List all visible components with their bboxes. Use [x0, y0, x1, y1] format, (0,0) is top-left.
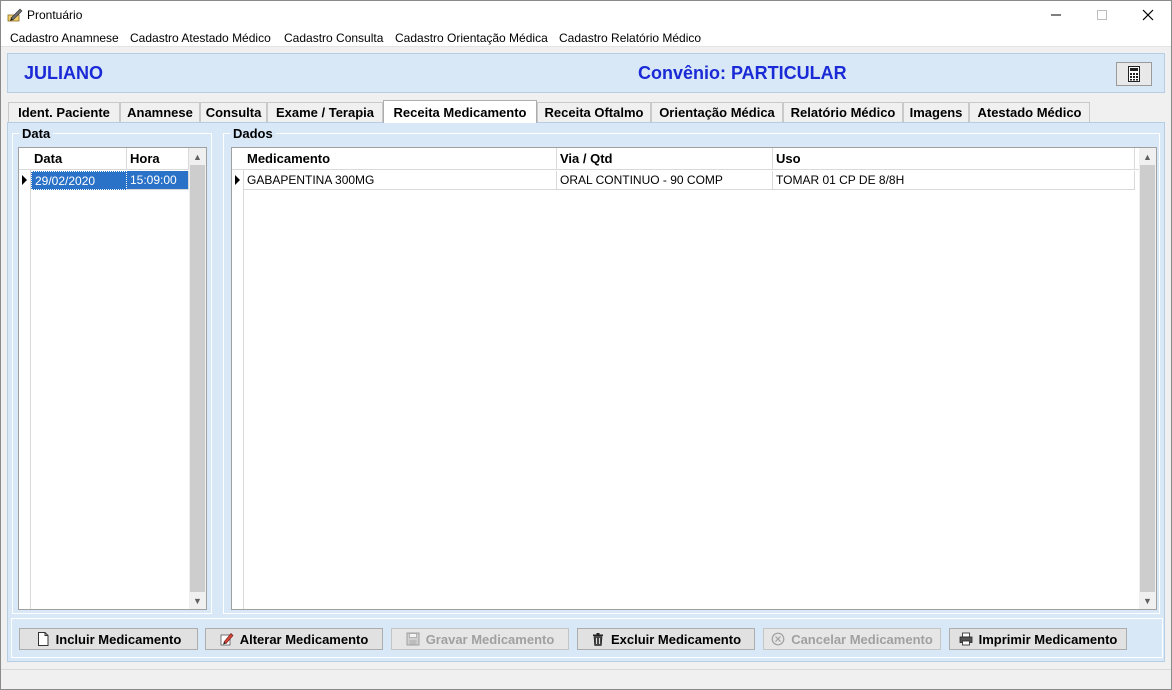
excluir-label: Excluir Medicamento [610, 631, 742, 647]
menu-cadastro-atestado[interactable]: Cadastro Atestado Médico [130, 31, 271, 45]
medication-grid[interactable]: Medicamento Via / Qtd Uso GABAPENTINA 30… [231, 147, 1157, 610]
cell-via-qtd[interactable]: ORAL CONTINUO - 90 COMP [557, 171, 773, 190]
tab-receita-oftalmo[interactable]: Receita Oftalmo [537, 102, 651, 122]
col-header-data[interactable]: Data [31, 148, 127, 170]
minimize-icon [1051, 14, 1061, 16]
menu-cadastro-anamnese[interactable]: Cadastro Anamnese [10, 31, 119, 45]
maximize-button[interactable] [1079, 1, 1125, 29]
maximize-icon [1097, 10, 1107, 20]
col-header-hora[interactable]: Hora [127, 148, 189, 170]
col-header-via-qtd[interactable]: Via / Qtd [557, 148, 773, 170]
tab-ident-paciente[interactable]: Ident. Paciente [8, 102, 120, 122]
incluir-label: Incluir Medicamento [55, 631, 182, 647]
tab-atestado-medico[interactable]: Atestado Médico [969, 102, 1090, 122]
scroll-down-icon[interactable]: ▼ [189, 592, 206, 609]
tab-content-receita-medicamento: Data Data Hora 29/02/2020 15:09:00 ▲ ▼ D… [7, 122, 1165, 662]
date-grid-scrollbar[interactable]: ▲ ▼ [189, 148, 206, 609]
scroll-thumb[interactable] [190, 165, 205, 592]
table-row[interactable]: 29/02/2020 15:09:00 [19, 171, 191, 190]
prontuario-window: Prontuário Cadastro Anamnese Cadastro At… [0, 0, 1172, 690]
gravar-label: Gravar Medicamento [425, 631, 555, 647]
cancelar-medicamento-button[interactable]: Cancelar Medicamento [763, 628, 941, 650]
menu-bar: Cadastro Anamnese Cadastro Atestado Médi… [1, 29, 1171, 47]
data-groupbox: Data Data Hora 29/02/2020 15:09:00 ▲ ▼ [12, 126, 212, 614]
convenio-label: Convênio: PARTICULAR [638, 63, 847, 83]
excluir-medicamento-button[interactable]: Excluir Medicamento [577, 628, 755, 650]
dados-group-title: Dados [230, 126, 276, 141]
gravar-medicamento-button[interactable]: Gravar Medicamento [391, 628, 569, 650]
edit-pencil-icon [220, 632, 234, 646]
imprimir-medicamento-button[interactable]: Imprimir Medicamento [949, 628, 1127, 650]
row-indicator-column [19, 148, 31, 609]
menu-cadastro-orientacao[interactable]: Cadastro Orientação Médica [395, 31, 548, 45]
incluir-medicamento-button[interactable]: Incluir Medicamento [19, 628, 198, 650]
tab-anamnese[interactable]: Anamnese [120, 102, 200, 122]
app-pen-icon [7, 8, 23, 22]
window-title: Prontuário [27, 8, 83, 22]
menu-cadastro-relatorio[interactable]: Cadastro Relatório Médico [559, 31, 701, 45]
tab-imagens[interactable]: Imagens [903, 102, 969, 122]
cell-hora[interactable]: 15:09:00 [127, 171, 189, 190]
patient-name: JULIANO [24, 63, 104, 83]
tab-receita-medicamento[interactable]: Receita Medicamento [383, 100, 537, 123]
scroll-up-icon[interactable]: ▲ [189, 148, 206, 165]
new-document-icon [37, 632, 49, 646]
cancelar-label: Cancelar Medicamento [791, 631, 933, 647]
row-indicator-column [232, 148, 244, 609]
action-button-bar: Incluir Medicamento Alterar Medicamento … [11, 618, 1163, 658]
date-grid[interactable]: Data Hora 29/02/2020 15:09:00 ▲ ▼ [18, 147, 207, 610]
col-header-medicamento[interactable]: Medicamento [244, 148, 557, 170]
tab-orientacao-medica[interactable]: Orientação Médica [651, 102, 783, 122]
alterar-label: Alterar Medicamento [239, 631, 369, 647]
save-disk-icon [406, 632, 420, 646]
tab-consulta[interactable]: Consulta [200, 102, 267, 122]
trash-icon [592, 633, 603, 646]
tab-exame-terapia[interactable]: Exame / Terapia [267, 102, 383, 122]
minimize-button[interactable] [1033, 1, 1079, 29]
alterar-medicamento-button[interactable]: Alterar Medicamento [205, 628, 383, 650]
printer-icon [959, 632, 973, 646]
cell-data[interactable]: 29/02/2020 [31, 171, 127, 190]
scroll-up-icon[interactable]: ▲ [1139, 148, 1156, 165]
calculator-icon [1128, 66, 1140, 82]
dados-groupbox: Dados Medicamento Via / Qtd Uso GABAPENT… [223, 126, 1160, 614]
scroll-down-icon[interactable]: ▼ [1139, 592, 1156, 609]
current-row-arrow-icon [235, 175, 240, 185]
title-bar[interactable]: Prontuário [1, 1, 1171, 29]
table-row[interactable]: GABAPENTINA 300MG ORAL CONTINUO - 90 COM… [232, 171, 1139, 190]
cell-uso[interactable]: TOMAR 01 CP DE 8/8H [773, 171, 1135, 190]
scroll-thumb[interactable] [1140, 165, 1155, 592]
date-grid-header: Data Hora [19, 148, 191, 170]
status-bar [1, 669, 1171, 689]
current-row-arrow-icon [22, 175, 27, 185]
medication-grid-header: Medicamento Via / Qtd Uso [232, 148, 1139, 170]
calculator-button[interactable] [1116, 62, 1152, 86]
tab-strip: Ident. Paciente Anamnese Consulta Exame … [7, 100, 1165, 123]
close-button[interactable] [1125, 1, 1171, 29]
tab-relatorio-medico[interactable]: Relatório Médico [783, 102, 903, 122]
patient-header: JULIANO Convênio: PARTICULAR [7, 53, 1165, 93]
cell-medicamento[interactable]: GABAPENTINA 300MG [244, 171, 557, 190]
imprimir-label: Imprimir Medicamento [978, 631, 1118, 647]
cancel-icon [771, 632, 785, 646]
menu-cadastro-consulta[interactable]: Cadastro Consulta [284, 31, 383, 45]
close-icon [1142, 9, 1154, 21]
data-group-title: Data [19, 126, 54, 141]
medication-grid-scrollbar[interactable]: ▲ ▼ [1139, 148, 1156, 609]
col-header-uso[interactable]: Uso [773, 148, 1135, 170]
